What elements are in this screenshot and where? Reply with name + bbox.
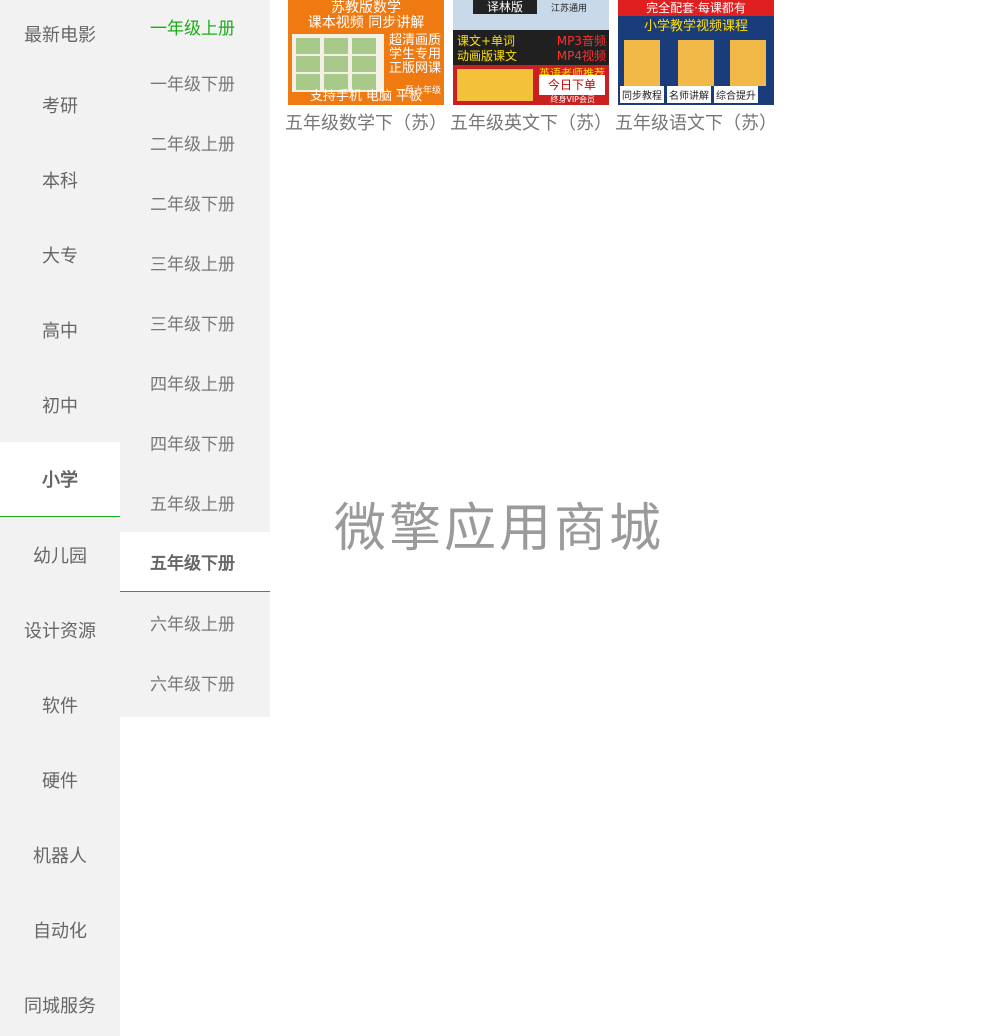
subnav-item-grade5-vol1[interactable]: 五年级上册 (120, 472, 270, 532)
book-image (678, 40, 714, 86)
product-card[interactable]: 完全配套·每课都有 小学教学视频课程 同步教程 名师讲解 综合提升 五年级语文下… (615, 0, 780, 135)
sidebar-item-undergraduate[interactable]: 本科 (0, 142, 120, 217)
book-image (730, 40, 766, 86)
sidebar-item-primary-school[interactable]: 小学 (0, 442, 120, 517)
sidebar-item-robot[interactable]: 机器人 (0, 817, 120, 892)
thumb-text: 苏教版数学 (331, 0, 401, 16)
subnav-item-grade2-vol2[interactable]: 二年级下册 (120, 172, 270, 232)
sidebar-item-latest-movies[interactable]: 最新电影 (0, 0, 120, 67)
thumb-text: 支持手机 电脑 平板 (309, 89, 423, 104)
sidebar-item-software[interactable]: 软件 (0, 667, 120, 742)
thumb-text: 小学教学视频课程 (643, 19, 748, 34)
book-images (292, 34, 384, 92)
sidebar-item-middle-school[interactable]: 初中 (0, 367, 120, 442)
product-card[interactable]: 苏教版数学 课本视频 同步讲解 超清画质 学生专用 正版网课 一至六年级 支持手… (285, 0, 450, 135)
thumb-header: 完全配套·每课都有 (618, 0, 774, 16)
product-title[interactable]: 五年级语文下（苏） (615, 109, 780, 135)
subnav-item-grade6-vol1[interactable]: 六年级上册 (120, 592, 270, 652)
sidebar-item-postgraduate[interactable]: 考研 (0, 67, 120, 142)
product-title[interactable]: 五年级数学下（苏） (285, 109, 450, 135)
sidebar-item-automation[interactable]: 自动化 (0, 892, 120, 967)
thumb-text: MP3音频 MP4视频 (556, 34, 606, 63)
subnav-item-grade3-vol2[interactable]: 三年级下册 (120, 292, 270, 352)
thumb-footer: 英语老师推荐 今日下单 终身VIP会员 (453, 65, 609, 105)
sidebar-item-hardware[interactable]: 硬件 (0, 742, 120, 817)
product-card[interactable]: 译林版 江苏通用 课文+单词 动画版课文 MP3音频 MP4视频 英语老师推荐 … (450, 0, 615, 135)
product-thumbnail[interactable]: 完全配套·每课都有 小学教学视频课程 同步教程 名师讲解 综合提升 (618, 0, 774, 105)
subnav-item-grade5-vol2[interactable]: 五年级下册 (120, 532, 270, 592)
product-thumbnail[interactable]: 译林版 江苏通用 课文+单词 动画版课文 MP3音频 MP4视频 英语老师推荐 … (453, 0, 609, 105)
thumb-tags: 同步教程 名师讲解 综合提升 (620, 86, 761, 103)
sidebar-item-local-services[interactable]: 同城服务 (0, 967, 120, 1036)
subnav-item-grade3-vol1[interactable]: 三年级上册 (120, 232, 270, 292)
thumb-text: 课文+单词 动画版课文 (457, 34, 518, 63)
subnav-item-grade2-vol1[interactable]: 二年级上册 (120, 112, 270, 172)
sidebar-item-design-resources[interactable]: 设计资源 (0, 592, 120, 667)
thumb-text: 课本视频 同步讲解 (307, 15, 425, 31)
subnav-item-grade1-vol2[interactable]: 一年级下册 (120, 52, 270, 112)
product-title[interactable]: 五年级英文下（苏） (450, 109, 615, 135)
subnav-item-grade6-vol2[interactable]: 六年级下册 (120, 652, 270, 712)
book-image (624, 40, 660, 86)
thumb-header: 译林版 江苏通用 (453, 0, 609, 30)
sidebar-item-high-school[interactable]: 高中 (0, 292, 120, 367)
subnav-item-grade1-vol1[interactable]: 一年级上册 (120, 0, 270, 52)
sidebar-item-junior-college[interactable]: 大专 (0, 217, 120, 292)
grade-subnav: 一年级上册 一年级下册 二年级上册 二年级下册 三年级上册 三年级下册 四年级上… (120, 0, 270, 717)
watermark: 微擎应用商城 (334, 499, 665, 559)
sidebar-item-kindergarten[interactable]: 幼儿园 (0, 517, 120, 592)
subnav-item-grade4-vol1[interactable]: 四年级上册 (120, 352, 270, 412)
subnav-item-grade4-vol2[interactable]: 四年级下册 (120, 412, 270, 472)
product-grid: 苏教版数学 课本视频 同步讲解 超清画质 学生专用 正版网课 一至六年级 支持手… (285, 0, 780, 135)
product-thumbnail[interactable]: 苏教版数学 课本视频 同步讲解 超清画质 学生专用 正版网课 一至六年级 支持手… (288, 0, 444, 105)
category-sidebar: 最新电影 考研 本科 大专 高中 初中 小学 幼儿园 设计资源 软件 硬件 机器… (0, 0, 120, 1036)
